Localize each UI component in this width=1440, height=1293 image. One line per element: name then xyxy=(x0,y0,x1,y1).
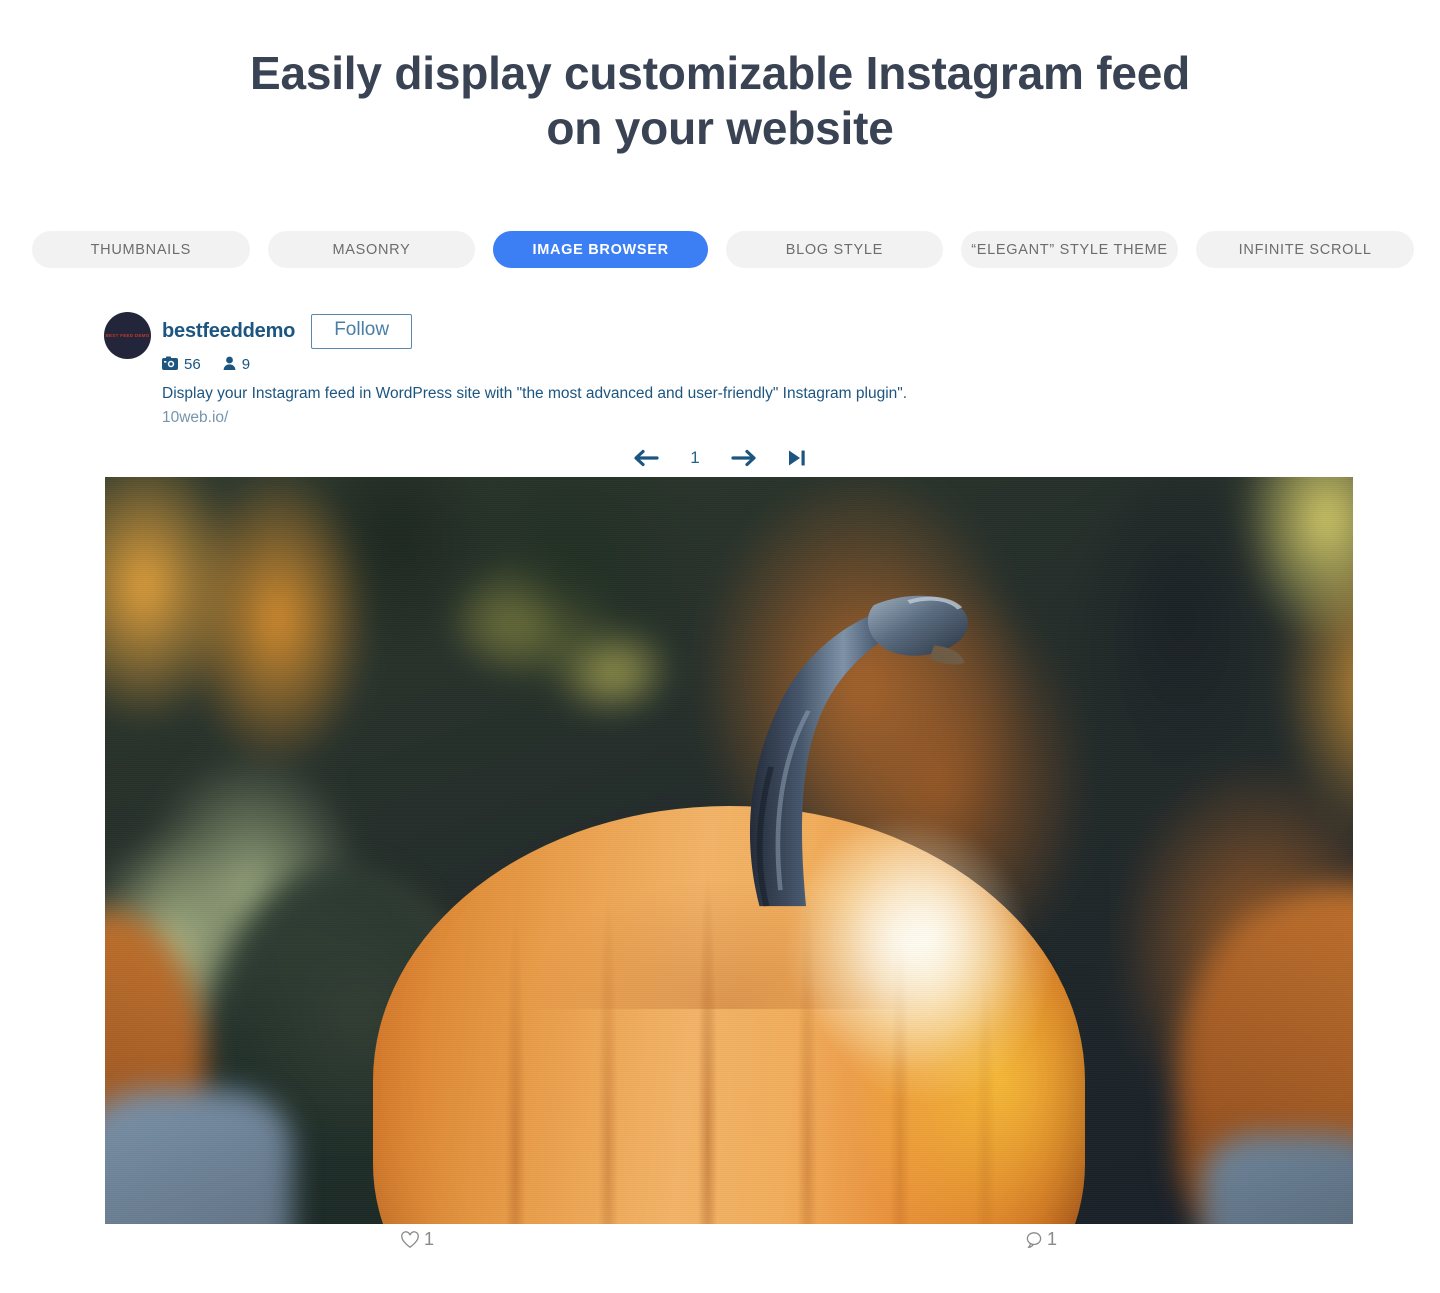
current-page-number: 1 xyxy=(690,447,700,467)
avatar-label: BEST FEED DEMO xyxy=(105,333,150,338)
tab-elegant-style-theme[interactable]: “ELEGANT” STYLE THEME xyxy=(960,231,1179,268)
post-image-canvas xyxy=(105,477,1353,1224)
instagram-feed-demo-page: Easily display customizable Instagram fe… xyxy=(0,0,1440,1293)
tab-infinite-scroll[interactable]: INFINITE SCROLL xyxy=(1196,231,1414,268)
tab-image-browser[interactable]: IMAGE BROWSER xyxy=(493,231,708,268)
pumpkin-stem xyxy=(629,570,978,907)
tab-thumbnails[interactable]: THUMBNAILS xyxy=(32,231,250,268)
background-fabric-left xyxy=(105,1089,293,1224)
comment-count: 1 xyxy=(1046,1229,1057,1249)
posts-count: 56 xyxy=(184,356,201,374)
arrow-left-icon[interactable] xyxy=(633,447,659,469)
tab-masonry[interactable]: MASONRY xyxy=(267,231,476,268)
background-fabric-right xyxy=(1203,1134,1353,1224)
layout-tabs: THUMBNAILS MASONRY IMAGE BROWSER BLOG ST… xyxy=(32,231,1414,268)
post-footer: 1 1 xyxy=(105,1229,1353,1250)
page-title-line-2: on your website xyxy=(546,101,894,154)
camera-icon xyxy=(162,356,178,374)
profile-bio: Display your Instagram feed in WordPress… xyxy=(162,384,908,402)
follow-button[interactable]: Follow xyxy=(311,314,413,349)
profile-website[interactable]: 10web.io/ xyxy=(162,407,907,429)
comment-bubble-icon xyxy=(1025,1231,1043,1249)
instagram-feed: BEST FEED DEMO bestfeeddemo Follow 56 9 … xyxy=(0,300,1440,476)
profile-username[interactable]: bestfeeddemo xyxy=(162,320,295,343)
person-icon xyxy=(223,356,236,374)
image-browser-pagination: 1 xyxy=(0,440,1440,476)
page-title: Easily display customizable Instagram fe… xyxy=(0,0,1440,155)
post-image[interactable] xyxy=(105,477,1353,1224)
like-count: 1 xyxy=(423,1229,434,1249)
page-title-line-1: Easily display customizable Instagram fe… xyxy=(249,47,1191,99)
followers-count: 9 xyxy=(241,356,251,374)
arrow-right-icon[interactable] xyxy=(731,447,757,469)
tab-blog-style[interactable]: BLOG STYLE xyxy=(726,231,943,268)
skip-to-last-icon[interactable] xyxy=(787,447,807,469)
profile-stats: 56 9 xyxy=(162,356,907,374)
comment-count-group[interactable]: 1 xyxy=(729,1229,1353,1250)
like-count-group[interactable]: 1 xyxy=(105,1229,729,1250)
stem-tip-dried xyxy=(929,645,965,665)
profile-header: BEST FEED DEMO bestfeeddemo Follow 56 9 … xyxy=(0,300,1440,430)
avatar[interactable]: BEST FEED DEMO xyxy=(104,312,151,359)
heart-icon xyxy=(400,1230,420,1249)
